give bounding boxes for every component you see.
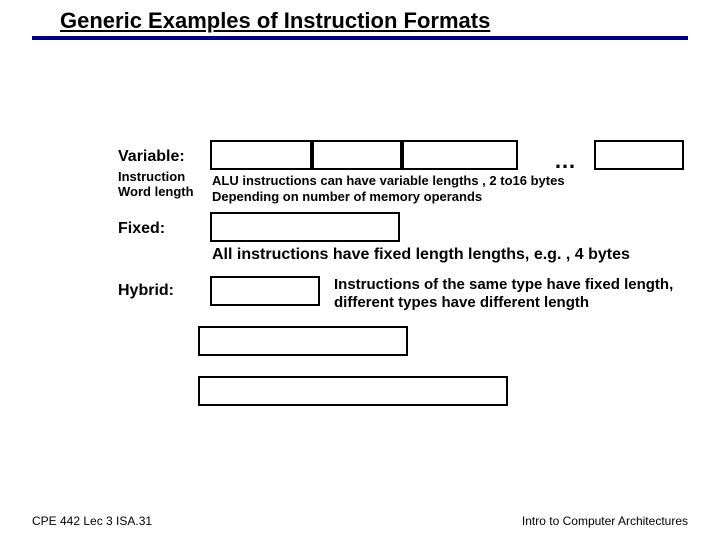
- fixed-label: Fixed:: [118, 220, 165, 238]
- slide-title: Generic Examples of Instruction Formats: [60, 8, 490, 34]
- variable-box-2: [312, 140, 402, 170]
- variable-sublabel-line1: Instruction: [118, 169, 185, 184]
- variable-label: Variable:: [118, 148, 185, 166]
- variable-note-line2: Depending on number of memory operands: [212, 189, 482, 204]
- hybrid-box-2: [198, 326, 408, 356]
- variable-box-4: [594, 140, 684, 170]
- ellipsis-icon: …: [554, 148, 578, 174]
- variable-note-line1: ALU instructions can have variable lengt…: [212, 173, 565, 188]
- variable-box-1: [210, 140, 312, 170]
- variable-sublabel-line2: Word length: [118, 184, 194, 199]
- footer-left: CPE 442 Lec 3 ISA.31: [32, 514, 152, 528]
- fixed-note: All instructions have fixed length lengt…: [212, 245, 630, 264]
- variable-sublabel: Instruction Word length: [118, 170, 194, 200]
- hybrid-label: Hybrid:: [118, 282, 174, 300]
- variable-note: ALU instructions can have variable lengt…: [212, 173, 565, 204]
- variable-box-3: [402, 140, 518, 170]
- hybrid-box-3: [198, 376, 508, 406]
- hybrid-box-1: [210, 276, 320, 306]
- fixed-box: [210, 212, 400, 242]
- hybrid-note: Instructions of the same type have fixed…: [334, 276, 694, 312]
- title-rule: [32, 36, 688, 40]
- footer-right: Intro to Computer Architectures: [522, 514, 688, 528]
